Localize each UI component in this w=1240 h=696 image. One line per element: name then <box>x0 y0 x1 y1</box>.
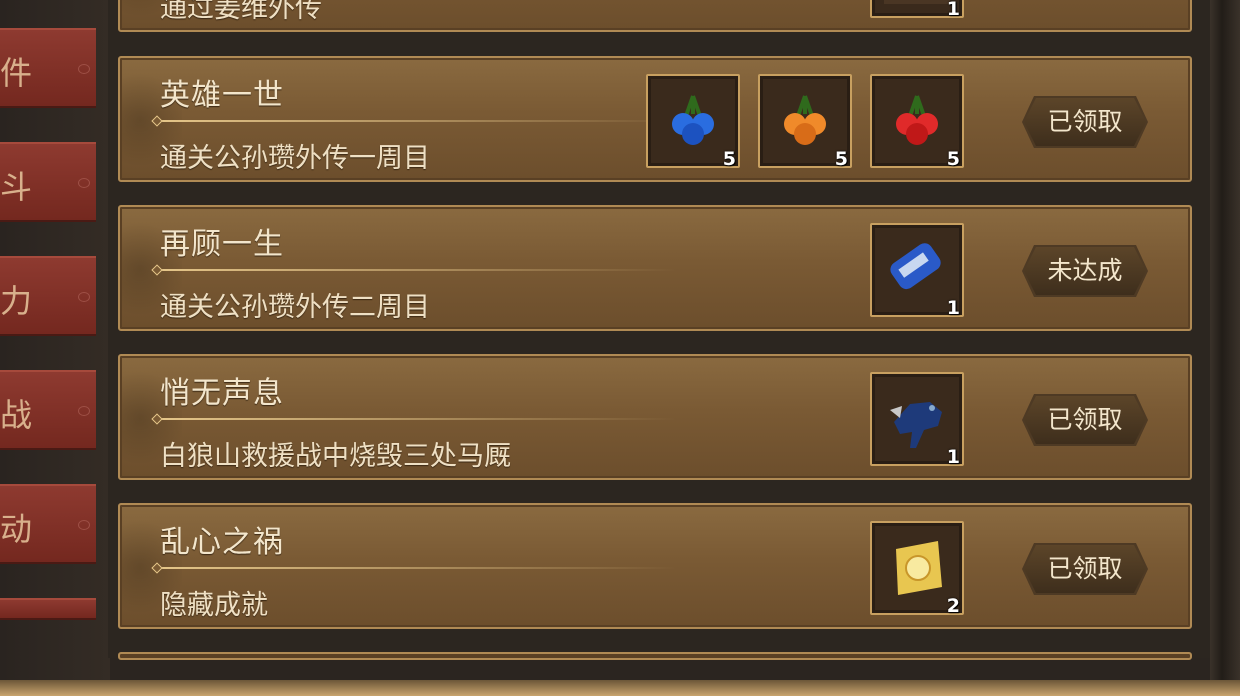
tab-1[interactable]: 斗 <box>0 142 96 222</box>
tab-3[interactable]: 战 <box>0 370 96 450</box>
reward-item[interactable]: 5 <box>758 74 852 170</box>
divider <box>156 567 676 569</box>
achievement-desc: 通关公孙瓒外传一周目 <box>160 143 430 174</box>
divider <box>156 418 676 420</box>
scroll-rail[interactable] <box>1210 0 1240 696</box>
achievement-desc: 白狼山救援战中烧毁三处马厩 <box>160 441 511 472</box>
eye-icon <box>78 406 90 416</box>
tab-0[interactable]: 件 <box>0 28 96 108</box>
eye-icon <box>78 64 90 74</box>
reward-item[interactable]: 2 <box>870 521 964 617</box>
achievement-desc: 通过姜维外传 <box>160 0 322 24</box>
divider <box>156 269 676 271</box>
blue-scroll-icon <box>890 243 941 290</box>
tab-5[interactable] <box>0 598 96 620</box>
reward-item[interactable]: 5 <box>646 74 740 170</box>
achievement-title: 悄无声息 <box>160 376 284 411</box>
reward-count: 5 <box>946 148 960 170</box>
category-tab-strip: 件 斗 力 战 动 <box>0 0 110 696</box>
reward-count: 5 <box>834 148 848 170</box>
armored-horse-icon <box>890 402 942 448</box>
achievement-title: 乱心之祸 <box>160 525 284 560</box>
achievement-card: 悄无声息 白狼山救援战中烧毁三处马厩 1 已领取 <box>118 354 1192 480</box>
reward-count: 1 <box>946 297 960 319</box>
reward-count: 5 <box>722 148 736 170</box>
achievement-card <box>118 652 1192 660</box>
eye-icon <box>78 292 90 302</box>
status-badge[interactable]: 已领取 <box>1022 394 1148 446</box>
achievement-desc: 通关公孙瓒外传二周目 <box>160 292 430 323</box>
reward-count: 2 <box>946 595 960 617</box>
reward-item[interactable]: 5 <box>870 74 964 170</box>
tab-2[interactable]: 力 <box>0 256 96 336</box>
reward-item[interactable]: 1 <box>870 223 964 319</box>
tab-label: 件 <box>0 54 33 92</box>
achievement-desc: 隐藏成就 <box>160 590 268 621</box>
eye-icon <box>78 520 90 530</box>
blue-berry-icon <box>672 95 714 145</box>
achievement-card: 通过姜维外传 1 <box>118 0 1192 32</box>
reward-count: 1 <box>946 0 960 20</box>
reward-item[interactable]: 1 <box>870 372 964 468</box>
status-badge[interactable]: 已领取 <box>1022 96 1148 148</box>
status-badge[interactable]: 未达成 <box>1022 245 1148 297</box>
gold-ticket-icon <box>896 541 942 595</box>
tab-4[interactable]: 动 <box>0 484 96 564</box>
orange-berry-icon <box>784 95 826 145</box>
achievement-card: 英雄一世 通关公孙瓒外传一周目 5 5 5 已领取 <box>118 56 1192 182</box>
status-badge[interactable]: 已领取 <box>1022 543 1148 595</box>
divider <box>156 120 676 122</box>
bottom-frame <box>0 680 1240 696</box>
achievement-title: 英雄一世 <box>160 78 284 113</box>
eye-icon <box>78 178 90 188</box>
tab-label: 战 <box>0 396 33 434</box>
reward-item[interactable]: 1 <box>870 0 964 20</box>
red-berry-icon <box>896 95 938 145</box>
unknown-item-icon <box>884 0 950 4</box>
achievement-card: 再顾一生 通关公孙瓒外传二周目 1 未达成 <box>118 205 1192 331</box>
achievement-title: 再顾一生 <box>160 227 284 262</box>
tab-label: 力 <box>0 282 33 320</box>
tab-label: 斗 <box>0 168 33 206</box>
achievement-card: 乱心之祸 隐藏成就 2 已领取 <box>118 503 1192 629</box>
tab-label: 动 <box>0 510 33 548</box>
reward-count: 1 <box>946 446 960 468</box>
